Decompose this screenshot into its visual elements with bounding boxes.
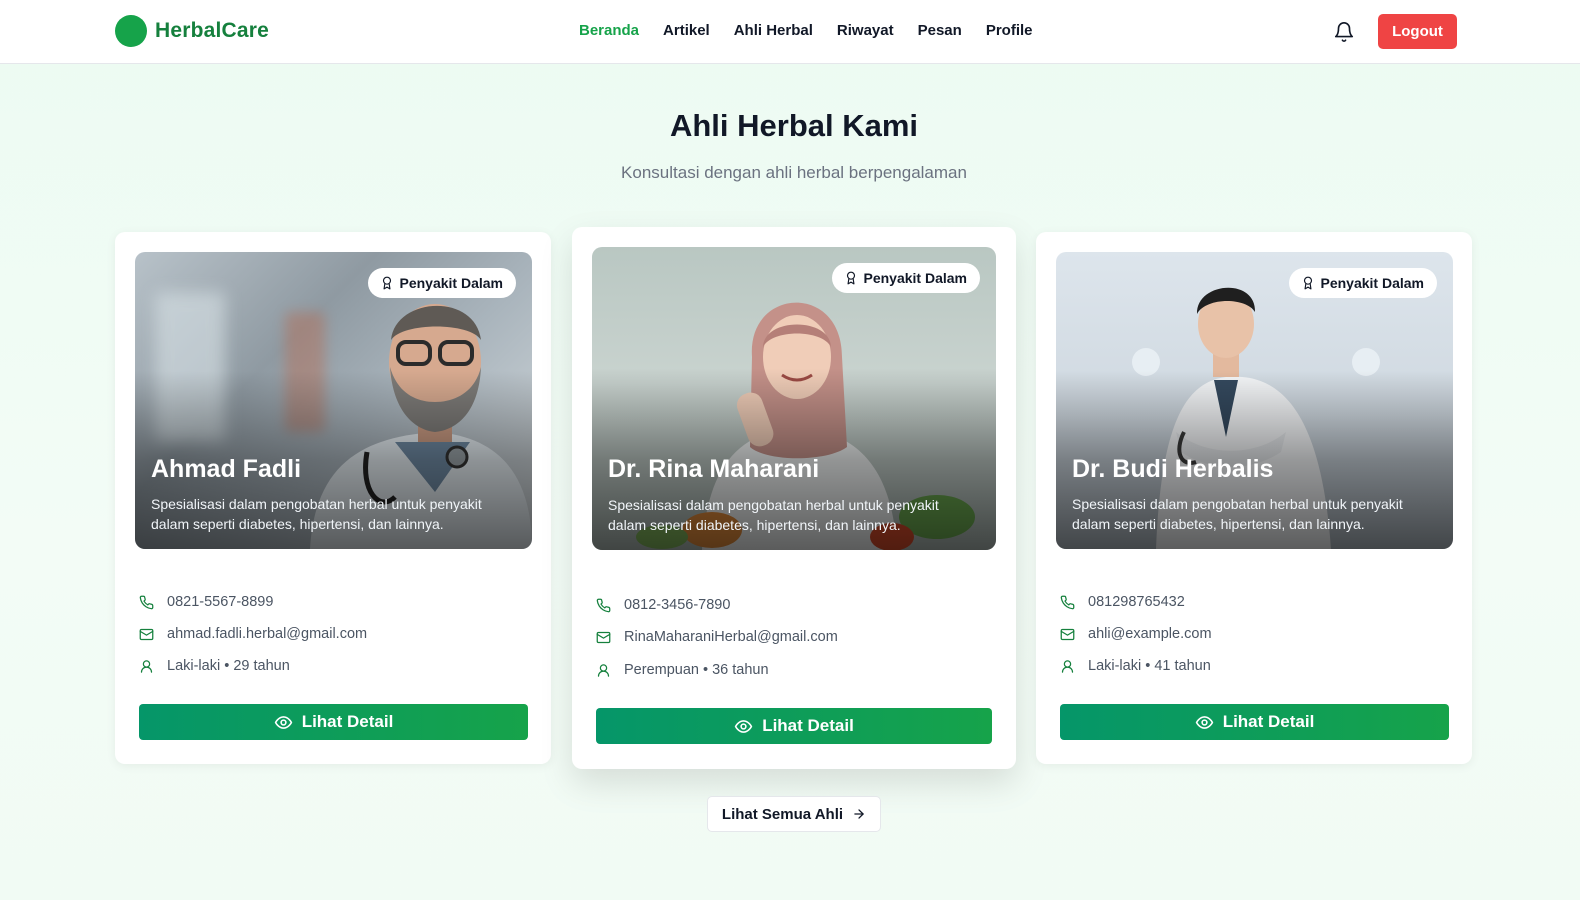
view-detail-button[interactable]: Lihat Detail [139,704,528,740]
nav-link-artikel[interactable]: Artikel [663,22,710,39]
gender-age-text: Perempuan • 36 tahun [624,662,769,678]
expert-description: Spesialisasi dalam pengobatan herbal unt… [1072,496,1403,532]
navbar: HerbalCare Beranda Artikel Ahli Herbal R… [0,0,1580,64]
award-icon [1303,276,1312,290]
nav-link-ahli-herbal[interactable]: Ahli Herbal [734,22,813,39]
expert-phone: 0812-3456-7890 [596,597,730,613]
specialty-badge: Penyakit Dalam [367,268,516,298]
eye-icon [274,715,292,729]
view-detail-label: Lihat Detail [762,716,854,735]
bell-icon[interactable] [1333,21,1355,43]
award-icon [382,276,391,290]
mail-icon [596,631,611,643]
brand-logo [115,15,147,47]
brand[interactable]: HerbalCare [115,15,269,47]
specialty-label: Penyakit Dalam [863,270,968,286]
specialty-badge: Penyakit Dalam [1288,268,1437,298]
main-nav: Beranda Artikel Ahli Herbal Riwayat Pesa… [579,22,1033,39]
view-detail-label: Lihat Detail [301,712,394,731]
email-text: ahmad.fadli.herbal@gmail.com [167,626,368,642]
view-all-experts-button[interactable]: Lihat Semua Ahli [707,796,881,832]
expert-card: Penyakit Dalam Dr. Rina Maharani Spesial… [572,227,1016,769]
gender-age-text: Laki-laki • 29 tahun [167,658,290,674]
logout-button[interactable]: Logout [1378,14,1457,49]
gender-age-text: Laki-laki • 41 tahun [1088,658,1211,674]
expert-phone: 081298765432 [1060,594,1185,610]
expert-email: ahli@example.com [1060,626,1212,642]
phone-text: 0821-5567-8899 [167,594,274,610]
expert-email: ahmad.fadli.herbal@gmail.com [139,626,367,642]
user-icon [597,663,610,677]
phone-icon [1060,595,1075,609]
user-icon [140,659,153,673]
phone-text: 0812-3456-7890 [624,597,731,613]
view-detail-button[interactable]: Lihat Detail [1060,704,1449,740]
expert-photo: Penyakit Dalam Dr. Rina Maharani Spesial… [592,247,996,550]
view-detail-button[interactable]: Lihat Detail [596,708,992,744]
email-text: ahli@example.com [1088,626,1212,642]
eye-icon [1195,715,1213,729]
expert-name: Dr. Budi Herbalis [1072,455,1274,483]
user-icon [1061,659,1074,673]
expert-description: Spesialisasi dalam pengobatan herbal unt… [151,496,482,532]
specialty-badge: Penyakit Dalam [831,263,980,293]
expert-gender-age: Perempuan • 36 tahun [596,662,769,678]
expert-card: Penyakit Dalam Ahmad Fadli Spesialisasi … [115,232,551,764]
expert-card: Penyakit Dalam Dr. Budi Herbalis Spesial… [1036,232,1472,764]
expert-phone: 0821-5567-8899 [139,594,273,610]
nav-link-riwayat[interactable]: Riwayat [837,22,894,39]
nav-link-pesan[interactable]: Pesan [918,22,962,39]
arrow-right-icon [854,809,864,819]
award-icon [846,271,855,285]
page-subtitle: Konsultasi dengan ahli herbal berpengala… [621,163,967,182]
phone-icon [596,598,611,612]
expert-name: Ahmad Fadli [151,455,302,483]
eye-icon [734,719,753,733]
brand-name: HerbalCare [155,19,270,42]
phone-icon [139,595,154,609]
expert-name: Dr. Rina Maharani [608,455,820,483]
expert-photo: Penyakit Dalam Ahmad Fadli Spesialisasi … [135,252,532,549]
mail-icon [139,628,154,640]
expert-gender-age: Laki-laki • 29 tahun [139,658,290,674]
nav-link-profile[interactable]: Profile [986,22,1033,39]
view-detail-label: Lihat Detail [1222,712,1315,731]
page-title: Ahli Herbal Kami [669,108,919,143]
expert-description: Spesialisasi dalam pengobatan herbal unt… [608,497,939,533]
expert-email: RinaMaharaniHerbal@gmail.com [596,629,838,645]
expert-photo: Penyakit Dalam Dr. Budi Herbalis Spesial… [1056,252,1453,549]
email-text: RinaMaharaniHerbal@gmail.com [624,629,838,645]
mail-icon [1060,628,1075,640]
nav-link-beranda[interactable]: Beranda [579,22,639,39]
phone-text: 081298765432 [1088,594,1185,610]
specialty-label: Penyakit Dalam [1320,275,1425,291]
specialty-label: Penyakit Dalam [399,275,504,291]
view-all-label: Lihat Semua Ahli [721,805,844,823]
expert-gender-age: Laki-laki • 41 tahun [1060,658,1211,674]
